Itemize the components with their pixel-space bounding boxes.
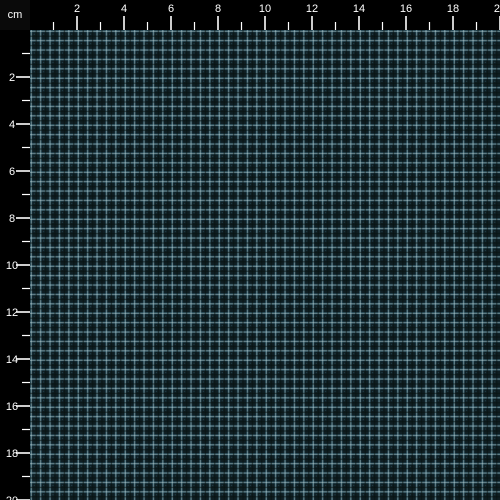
top-ruler-label: 4 — [121, 3, 127, 15]
top-ruler: 2 4 6 8 10 12 14 16 18 20 — [30, 0, 500, 30]
left-ruler-label: 4 — [9, 119, 15, 131]
left-ruler-label: 8 — [9, 213, 15, 225]
fabric-swatch — [30, 30, 500, 500]
top-ruler-label: 12 — [306, 3, 318, 15]
top-ruler-label: 20 — [494, 3, 500, 15]
top-ruler-label: 2 — [74, 3, 80, 15]
left-ruler-label: 14 — [6, 354, 18, 366]
unit-label: cm — [0, 0, 30, 30]
top-ruler-label: 6 — [168, 3, 174, 15]
left-ruler-label: 12 — [6, 307, 18, 319]
fabric-preview-frame: cm 2 4 6 8 10 12 14 16 18 20 2 4 6 8 10 12 14 16 18 20 — [0, 0, 500, 500]
top-ruler-label: 14 — [353, 3, 365, 15]
top-ruler-label: 8 — [215, 3, 221, 15]
left-ruler: 2 4 6 8 10 12 14 16 18 20 — [0, 30, 30, 500]
top-ruler-label: 10 — [259, 3, 271, 15]
left-ruler-label: 2 — [9, 72, 15, 84]
left-ruler-label: 6 — [9, 166, 15, 178]
top-ruler-label: 16 — [400, 3, 412, 15]
left-ruler-label: 16 — [6, 401, 18, 413]
left-ruler-label: 20 — [6, 495, 18, 500]
plaid-pattern — [30, 30, 500, 500]
top-ruler-label: 18 — [447, 3, 459, 15]
left-ruler-label: 18 — [6, 448, 18, 460]
left-ruler-label: 10 — [6, 260, 18, 272]
